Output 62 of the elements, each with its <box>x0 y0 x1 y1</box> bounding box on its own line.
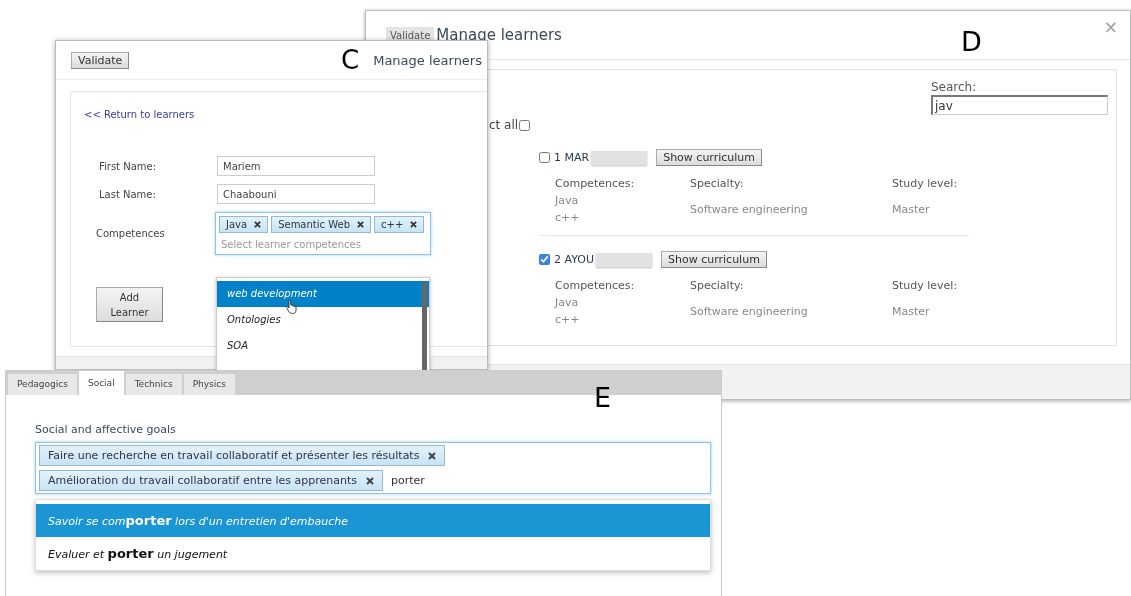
search-field[interactable]: jav <box>931 95 1108 115</box>
text-field[interactable]: Chaabouni <box>217 184 375 204</box>
dropdown-option[interactable]: SOA <box>217 333 421 359</box>
dropdown-option[interactable]: web development <box>217 281 429 307</box>
goal-tag: Faire une recherche en travail collaboratif et présenter les résultats <box>39 445 446 466</box>
show-curriculum-button[interactable]: Show curriculum <box>656 149 763 166</box>
add-learner-button[interactable]: Add Learner <box>96 287 163 322</box>
redacted-block <box>591 150 648 165</box>
learner-checkbox[interactable] <box>539 254 550 265</box>
tab[interactable]: Pedagogics <box>8 374 77 395</box>
goal-tag: Amélioration du travail collaboratif entre les apprenants <box>39 470 384 491</box>
tab[interactable]: Technics <box>125 374 182 395</box>
competence-tag: c++ <box>374 216 425 233</box>
field-value: Master <box>892 201 931 218</box>
select-all-checkbox[interactable] <box>519 119 531 131</box>
remove-icon[interactable] <box>366 476 375 485</box>
field-value: c++ <box>555 210 581 226</box>
dialog-title: Manage learners <box>436 26 562 44</box>
field-label: Study level: <box>892 177 959 190</box>
remove-icon[interactable] <box>357 221 364 228</box>
form-title: Manage learners <box>373 52 482 68</box>
select-all-label: ct all <box>489 118 519 132</box>
tab[interactable]: Physics <box>183 374 235 395</box>
remove-icon[interactable] <box>254 221 262 228</box>
learner-name: 1 MAR <box>554 151 590 164</box>
text-field[interactable]: Mariem <box>217 156 375 176</box>
tag-input-field[interactable]: Java Semantic Web c++ Select learner competences <box>215 212 431 255</box>
dropdown-option[interactable]: Evaluer et porter un jugement <box>36 537 710 570</box>
field-label: Specialty: <box>690 279 745 292</box>
remove-icon[interactable] <box>428 451 437 460</box>
competence-tag: Semantic Web <box>271 216 371 233</box>
dropdown-option[interactable]: Ontologies <box>217 307 421 333</box>
tab[interactable]: Social <box>78 371 124 395</box>
validate-button[interactable]: Validate <box>71 51 130 69</box>
panel-label: D <box>961 28 982 55</box>
typed-text: porter <box>391 474 425 487</box>
learner-name: 2 AYOU <box>554 253 594 266</box>
field-value: Master <box>892 303 931 320</box>
field-label: Competences: <box>555 177 636 190</box>
field-value: Software engineering <box>690 201 809 218</box>
field-value: Software engineering <box>690 303 809 320</box>
search-label: Search: <box>931 80 977 94</box>
remove-icon[interactable] <box>410 221 418 228</box>
tag-input-field[interactable]: Faire une recherche en travail collaboratif et présenter les résultats Amélioration du travail collaboratif entre les apprenants porter <box>35 442 711 494</box>
panel-label: C <box>341 47 360 73</box>
field-label: Competences <box>96 228 166 239</box>
field-label: Last Name: <box>99 188 157 200</box>
field-label: Social and affective goals <box>35 423 177 436</box>
panel-label: E <box>594 384 612 411</box>
field-value: Java <box>555 193 580 209</box>
field-value: c++ <box>555 312 581 328</box>
show-curriculum-button[interactable]: Show curriculum <box>661 251 767 268</box>
field-label: Specialty: <box>690 177 745 190</box>
field-label: First Name: <box>99 160 158 172</box>
competence-tag: Java <box>219 216 269 233</box>
hand-cursor-icon <box>285 300 297 314</box>
redacted-block <box>596 252 652 267</box>
return-link[interactable]: << Return to learners <box>84 109 195 120</box>
field-label: Competences: <box>555 279 636 292</box>
learner-checkbox[interactable] <box>539 152 550 163</box>
field-value: Java <box>555 295 580 311</box>
field-label: Study level: <box>892 279 959 292</box>
